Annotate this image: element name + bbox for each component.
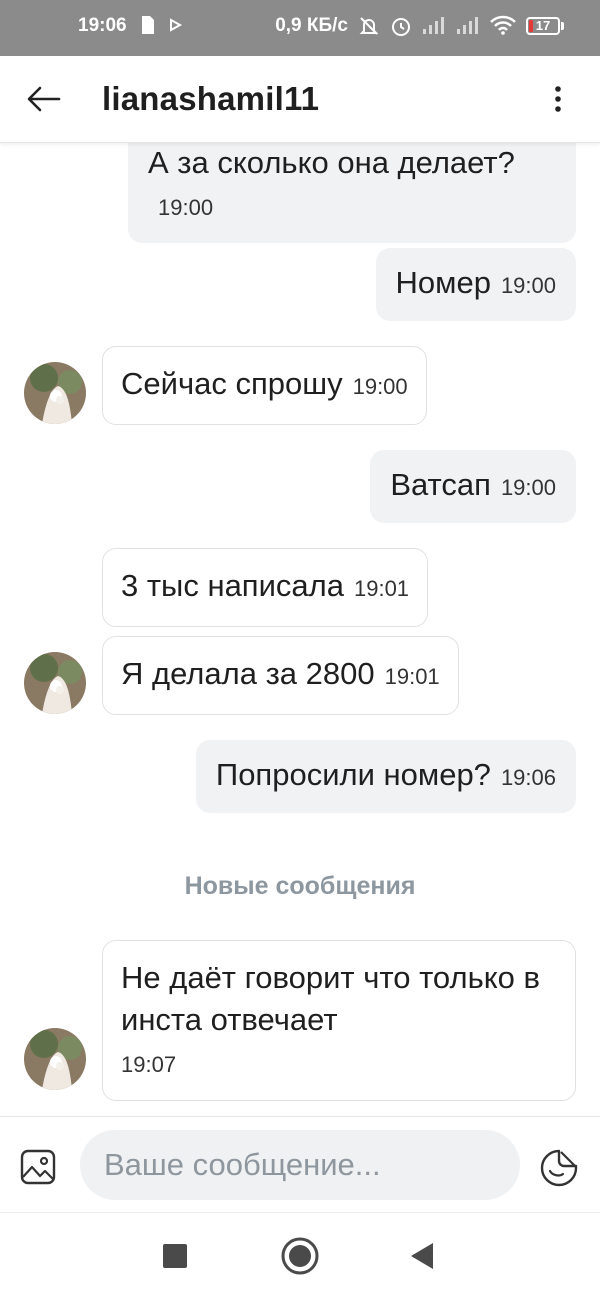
message-text: Я делала за 2800 [121,656,375,691]
message-text: А за сколько она делает? [148,145,515,180]
message-time: 19:00 [352,374,408,399]
triangle-back-icon [411,1243,433,1269]
back-button[interactable] [24,79,64,119]
message-bubble-incoming[interactable]: Я делала за 2800 19:01 [102,636,459,715]
message-text: Не даёт говорит что только в инста отвеч… [121,960,540,1037]
message-bubble-outgoing[interactable]: Ватсап 19:00 [370,450,576,523]
message-text: Ватсап [390,467,491,502]
attach-image-button[interactable] [20,1149,60,1189]
chat-title: lianashamil11 [102,80,320,117]
back-nav-button[interactable] [400,1234,444,1278]
message-composer [0,1116,600,1213]
signal-icon [456,15,480,37]
message-text: Попросили номер? [215,757,491,792]
network-speed: 0,9 КБ/с [275,15,348,36]
message-bubble-incoming[interactable]: 3 тыс написала 19:01 [102,548,429,627]
avatar[interactable] [24,1028,86,1090]
arrow-left-icon [27,86,61,112]
image-icon [20,1149,56,1185]
new-messages-separator: Новые сообщения [184,872,416,900]
more-vertical-icon [555,86,561,112]
message-time: 19:07 [121,1052,177,1077]
message-bubble-outgoing[interactable]: А за сколько она делает? 19:00 [128,142,576,243]
status-time: 19:06 [78,15,127,36]
battery-icon: 17 [526,17,564,35]
square-icon [163,1244,187,1268]
alarm-icon [390,15,412,37]
system-nav-bar [0,1212,600,1300]
message-bubble-incoming[interactable]: Сейчас спрошу 19:00 [102,346,427,425]
message-bubble-outgoing[interactable]: Попросили номер? 19:06 [195,740,576,813]
message-text: Номер [395,265,491,300]
wifi-icon [490,15,516,37]
chat-header: lianashamil11 [0,56,600,143]
message-time: 19:01 [384,664,440,689]
signal-icon [422,15,446,37]
message-bubble-incoming[interactable]: Не даёт говорит что только в инста отвеч… [102,940,576,1101]
circle-icon [281,1237,319,1275]
message-text: Сейчас спрошу [121,366,343,401]
sim-icon [141,15,155,37]
message-time: 19:00 [500,273,556,298]
message-time: 19:00 [500,475,556,500]
status-bar: 19:06 0,9 КБ/с 17 [0,0,600,56]
message-text: 3 тыс написала [121,568,344,603]
message-time: 19:00 [158,195,214,220]
mute-icon [358,15,380,37]
sticker-button[interactable] [540,1149,580,1189]
message-input[interactable] [80,1130,520,1200]
more-options-button[interactable] [538,79,578,119]
recents-button[interactable] [153,1234,197,1278]
battery-level: 17 [535,18,551,33]
message-time: 19:06 [500,765,556,790]
sticker-icon [540,1149,578,1187]
play-icon [169,15,183,37]
message-list[interactable]: А за сколько она делает? 19:00 Номер 19:00… [0,142,600,1116]
message-bubble-outgoing[interactable]: Номер 19:00 [375,248,576,321]
home-button[interactable] [278,1234,322,1278]
message-time: 19:01 [353,576,410,601]
avatar[interactable] [24,362,86,424]
avatar[interactable] [24,652,86,714]
